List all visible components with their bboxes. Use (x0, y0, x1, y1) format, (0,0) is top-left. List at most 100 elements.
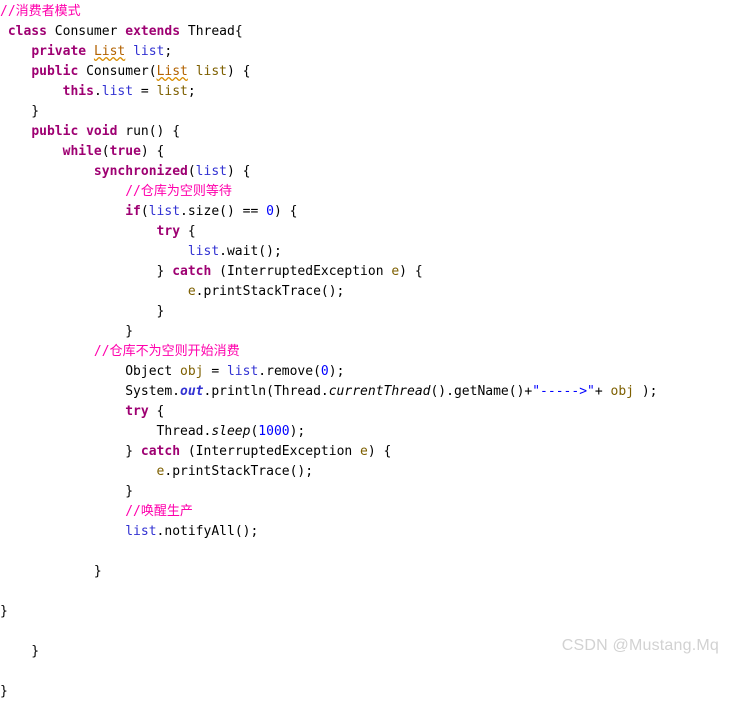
code-token-plain: ); (328, 364, 345, 379)
code-line[interactable]: } (0, 322, 733, 342)
code-line[interactable]: private List list; (0, 42, 733, 62)
code-token-plain: . (93, 84, 102, 99)
code-token-comment: //仓库不为空则开始消费 (93, 344, 240, 359)
code-token-keyword: true (109, 144, 141, 159)
code-line[interactable]: System.out.println(Thread.currentThread(… (0, 382, 733, 402)
code-token-ident: Consumer (46, 24, 126, 39)
code-token-plain: ) { (226, 164, 251, 179)
code-token-plain: ; (187, 84, 196, 99)
code-token-plain: } (0, 324, 134, 339)
code-token-static-m: sleep (211, 424, 251, 439)
code-token-plain: } (0, 444, 141, 459)
code-token-keyword: void (86, 124, 118, 139)
code-line[interactable] (0, 662, 733, 682)
code-token-plain: Object (0, 364, 181, 379)
code-line[interactable] (0, 622, 733, 642)
code-token-field: list (133, 44, 165, 59)
code-token-plain: (InterruptedException (211, 264, 392, 279)
code-line[interactable]: //唤醒生产 (0, 502, 733, 522)
code-token-field: list (226, 364, 259, 379)
code-token-plain: } (0, 604, 8, 619)
code-line[interactable] (0, 582, 733, 602)
code-line[interactable]: class Consumer extends Thread{ (0, 22, 733, 42)
code-line[interactable]: } (0, 102, 733, 122)
code-line[interactable]: public void run() { (0, 122, 733, 142)
code-line[interactable]: if(list.size() == 0) { (0, 202, 733, 222)
code-line[interactable] (0, 542, 733, 562)
code-token-plain: ( (140, 204, 149, 219)
code-token-keyword: private (31, 44, 87, 59)
code-token-local: e (360, 444, 368, 459)
code-token-plain: ) { (140, 144, 165, 159)
code-line[interactable]: try { (0, 402, 733, 422)
code-token-local: list (195, 64, 228, 79)
code-line[interactable]: } (0, 482, 733, 502)
code-line[interactable]: this.list = list; (0, 82, 733, 102)
code-token-comment: //消费者模式 (0, 4, 81, 19)
code-editor-surface: //消费者模式 class Consumer extends Thread{ p… (0, 0, 733, 699)
code-line[interactable]: while(true) { (0, 142, 733, 162)
code-line[interactable]: } (0, 642, 733, 662)
code-token-plain: { (148, 404, 165, 419)
code-line[interactable]: } (0, 562, 733, 582)
code-token-keyword: try (156, 224, 181, 239)
code-token-keyword: public (31, 124, 79, 139)
code-token-plain: ); (289, 424, 306, 439)
code-token-plain: ) { (367, 444, 392, 459)
code-token-local: obj (180, 364, 204, 379)
code-line[interactable]: } (0, 302, 733, 322)
code-line[interactable]: //消费者模式 (0, 2, 733, 22)
code-token-plain: = (203, 364, 227, 379)
code-line[interactable]: } catch (InterruptedException e) { (0, 262, 733, 282)
code-token-keyword: if (125, 204, 141, 219)
code-token-plain: .println(Thread. (203, 384, 329, 399)
code-token-plain: .remove( (258, 364, 321, 379)
code-line[interactable]: synchronized(list) { (0, 162, 733, 182)
code-line[interactable]: } (0, 602, 733, 622)
code-token-plain: ) { (227, 64, 251, 79)
code-line[interactable]: //仓库为空则等待 (0, 182, 733, 202)
code-token-plain: ); (634, 384, 658, 399)
code-token-plain: (InterruptedException (180, 444, 361, 459)
code-line[interactable]: public Consumer(List list) { (0, 62, 733, 82)
code-line[interactable]: try { (0, 222, 733, 242)
code-token-keyword: class (7, 24, 47, 39)
code-token-keyword: try (125, 404, 149, 419)
code-line[interactable]: list.notifyAll(); (0, 522, 733, 542)
code-token-keyword: synchronized (93, 164, 188, 179)
code-token-comment: //仓库为空则等待 (125, 184, 232, 199)
code-token-field: list (187, 244, 220, 259)
code-line[interactable]: e.printStackTrace(); (0, 282, 733, 302)
code-token-plain: .printStackTrace(); (195, 284, 345, 299)
code-line[interactable]: } (0, 682, 733, 702)
code-token-plain: { (180, 224, 196, 239)
code-token-ident: run() { (117, 124, 181, 139)
code-token-plain: + (594, 384, 611, 399)
code-listing[interactable]: //消费者模式 class Consumer extends Thread{ p… (0, 0, 733, 702)
code-line[interactable]: Thread.sleep(1000); (0, 422, 733, 442)
code-line[interactable]: } catch (InterruptedException e) { (0, 442, 733, 462)
code-token-static-m: currentThread (328, 384, 431, 399)
code-token-plain: ().getName()+ (430, 384, 533, 399)
code-token-plain: } (0, 564, 102, 579)
code-line[interactable]: //仓库不为空则开始消费 (0, 342, 733, 362)
code-token-type-err-squiggle: List (93, 44, 126, 59)
code-token-plain: ( (101, 144, 110, 159)
code-token-keyword: public (31, 64, 79, 79)
code-line[interactable]: Object obj = list.remove(0); (0, 362, 733, 382)
code-line[interactable]: e.printStackTrace(); (0, 462, 733, 482)
code-line[interactable]: list.wait(); (0, 242, 733, 262)
code-token-plain: } (0, 304, 165, 319)
code-token-string: "----->" (532, 384, 595, 399)
